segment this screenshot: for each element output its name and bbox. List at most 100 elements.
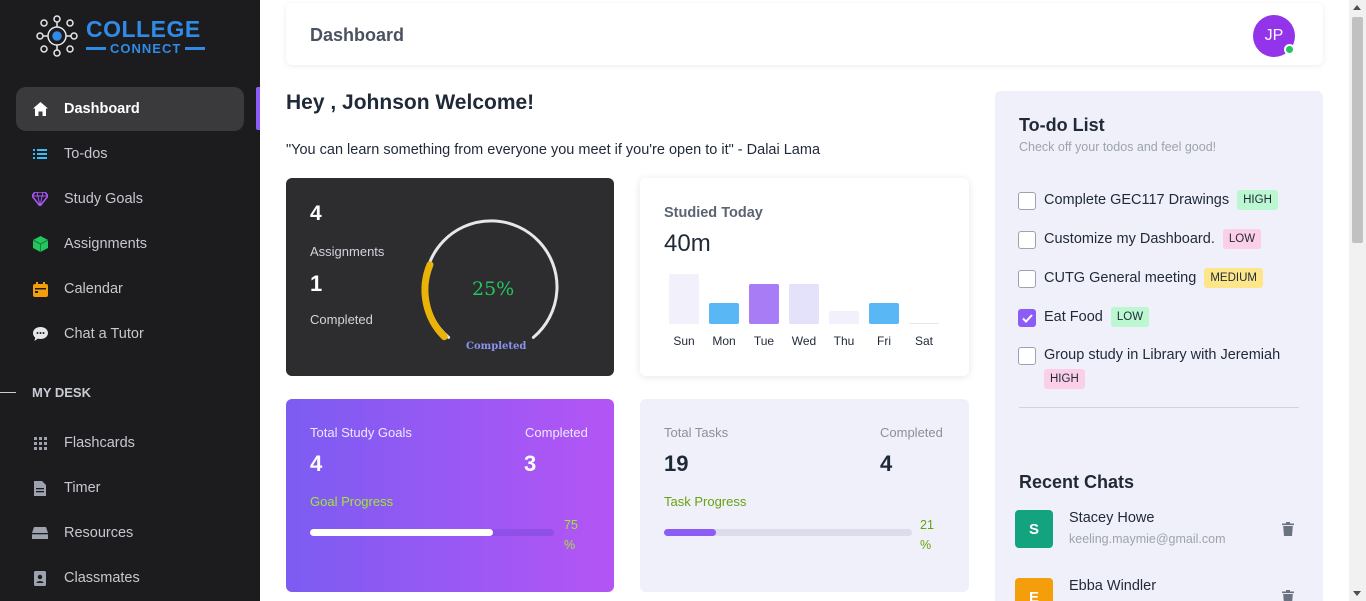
sidebar-item-label: Resources xyxy=(64,525,134,541)
chat-name: Ebba Windler xyxy=(1069,578,1157,594)
scroll-up-arrow[interactable] xyxy=(1353,5,1361,10)
todo-checkbox[interactable] xyxy=(1018,270,1036,288)
todo-checkbox[interactable] xyxy=(1018,192,1036,210)
trash-icon[interactable] xyxy=(1281,590,1295,601)
sidebar-item-label: To-dos xyxy=(64,146,108,162)
scrollbar-thumb[interactable] xyxy=(1352,17,1363,243)
assignments-total: 4 xyxy=(310,202,322,225)
chat-item[interactable]: E Ebba Windler xyxy=(1015,578,1305,601)
goal-progress-fill xyxy=(310,529,493,536)
goal-progress-percent: 75 % xyxy=(564,518,578,552)
task-progress-label: Task Progress xyxy=(664,494,747,509)
todo-checkbox[interactable] xyxy=(1018,347,1036,365)
tasks-completed-value: 4 xyxy=(880,451,893,476)
study-bar xyxy=(829,311,859,324)
divider xyxy=(1019,407,1299,408)
sidebar-item-dashboard[interactable]: Dashboard xyxy=(16,87,244,131)
task-progress-bar xyxy=(664,529,912,536)
tasks-completed-label: Completed xyxy=(880,425,943,440)
welcome-heading: Hey , Johnson Welcome! xyxy=(286,91,535,114)
study-bar xyxy=(709,303,739,324)
todo-item[interactable]: Customize my Dashboard. LOW xyxy=(1018,229,1308,251)
chat-bubble-icon xyxy=(32,326,48,342)
day-label: Mon xyxy=(712,334,736,348)
todo-checkbox[interactable] xyxy=(1018,231,1036,249)
study-bar xyxy=(909,323,939,324)
todo-list-subtitle: Check off your todos and feel good! xyxy=(1019,140,1217,154)
todo-item[interactable]: Complete GEC117 Drawings HIGH xyxy=(1018,190,1308,212)
sidebar-item-resources[interactable]: Resources xyxy=(16,511,244,555)
active-nav-indicator xyxy=(256,87,260,130)
day-label: Tue xyxy=(753,334,775,348)
todo-text: Group study in Library with Jeremiah xyxy=(1044,347,1281,363)
quote-text: "You can learn something from everyone y… xyxy=(286,142,821,158)
gauge-label: Completed xyxy=(466,341,527,352)
chat-avatar: S xyxy=(1015,510,1053,548)
recent-chats-title: Recent Chats xyxy=(1019,472,1135,492)
sidebar-item-calendar[interactable]: Calendar xyxy=(16,267,244,311)
day-label: Sat xyxy=(914,334,933,348)
todo-checkbox-checked[interactable] xyxy=(1018,309,1036,327)
online-status-dot xyxy=(1284,44,1295,55)
studied-today-value: 40m xyxy=(664,230,711,257)
sidebar-item-chat-a-tutor[interactable]: Chat a Tutor xyxy=(16,312,244,356)
todo-item[interactable]: CUTG General meeting MEDIUM xyxy=(1018,268,1308,290)
study-goals-card: Total Study Goals Completed 4 3 Goal Pro… xyxy=(286,399,614,592)
day-label: Wed xyxy=(791,334,817,348)
stack-icon xyxy=(32,525,48,541)
study-bar xyxy=(789,284,819,324)
studied-today-title: Studied Today xyxy=(664,205,763,221)
page-scrollbar[interactable] xyxy=(1349,0,1366,601)
sidebar-item-label: Classmates xyxy=(64,570,140,586)
todo-item[interactable]: Eat Food LOW xyxy=(1018,307,1308,329)
assignments-percent: 25% xyxy=(472,278,515,300)
chat-email: keeling.maymie@gmail.com xyxy=(1069,532,1226,546)
sidebar-item-timer[interactable]: Timer xyxy=(16,466,244,510)
assignments-completed-label: Completed xyxy=(310,312,373,327)
priority-badge: MEDIUM xyxy=(1204,268,1263,288)
brand-logo[interactable]: COLLEGE CONNECT xyxy=(34,14,206,58)
todo-text: Eat Food xyxy=(1044,309,1103,325)
bar-sun: Sun xyxy=(664,266,704,348)
list-icon xyxy=(32,146,48,162)
bar-fri: Fri xyxy=(864,266,904,348)
weekly-study-bars: Sun Mon Tue Wed Thu Fri Sat xyxy=(664,268,954,348)
page-title: Dashboard xyxy=(310,25,405,45)
task-progress-fill xyxy=(664,529,717,536)
todo-item[interactable]: Group study in Library with Jeremiah HIGH xyxy=(1018,346,1308,391)
sidebar-item-label: Chat a Tutor xyxy=(64,326,144,342)
day-label: Sun xyxy=(673,334,695,348)
brand-subname: CONNECT xyxy=(110,40,182,56)
sidebar-item-assignments[interactable]: Assignments xyxy=(16,222,244,266)
chat-item[interactable]: S Stacey Howe keeling.maymie@gmail.com xyxy=(1015,510,1305,550)
chat-name: Stacey Howe xyxy=(1069,510,1155,526)
sidebar: COLLEGE CONNECT Dashboard To-dos Study G… xyxy=(0,0,260,601)
priority-badge: LOW xyxy=(1110,307,1150,327)
goal-progress-label: Goal Progress xyxy=(310,494,394,509)
sidebar-item-todos[interactable]: To-dos xyxy=(16,132,244,176)
bar-sat: Sat xyxy=(904,266,944,348)
todo-list-title: To-do List xyxy=(1019,115,1105,135)
document-icon xyxy=(32,480,48,496)
todo-text: CUTG General meeting xyxy=(1044,270,1197,286)
goals-completed-value: 3 xyxy=(524,451,537,476)
scroll-down-arrow[interactable] xyxy=(1353,591,1361,596)
todo-text: Complete GEC117 Drawings xyxy=(1044,192,1230,208)
sidebar-item-flashcards[interactable]: Flashcards xyxy=(16,421,244,465)
brand-name: COLLEGE xyxy=(86,15,201,42)
day-label: Thu xyxy=(833,334,855,348)
sidebar-item-study-goals[interactable]: Study Goals xyxy=(16,177,244,221)
sidebar-item-label: Study Goals xyxy=(64,191,143,207)
contact-icon xyxy=(32,570,48,586)
total-study-goals-label: Total Study Goals xyxy=(310,425,412,440)
sidebar-item-label: Flashcards xyxy=(64,435,135,451)
sidebar-item-label: Timer xyxy=(64,480,101,496)
tasks-card: Total Tasks Completed 19 4 Task Progress… xyxy=(640,399,969,592)
assignments-label: Assignments xyxy=(310,244,385,259)
sidebar-item-classmates[interactable]: Classmates xyxy=(16,556,244,600)
network-logo-icon xyxy=(36,15,78,57)
user-avatar[interactable]: JP xyxy=(1253,15,1295,57)
home-icon xyxy=(32,101,48,117)
trash-icon[interactable] xyxy=(1281,522,1295,536)
todo-panel: To-do List Check off your todos and feel… xyxy=(995,91,1323,601)
